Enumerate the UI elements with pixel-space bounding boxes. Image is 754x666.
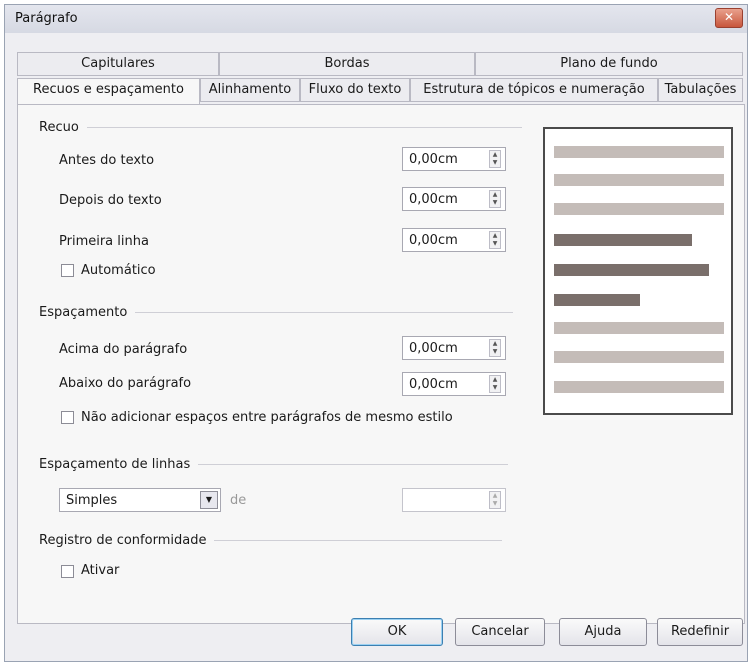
tab-fluxo-do-texto[interactable]: Fluxo do texto	[300, 78, 410, 102]
section-divider	[86, 127, 522, 128]
paragraph-dialog: Parágrafo ✕ Capitulares Bordas Plano de …	[4, 4, 748, 662]
no-add-space-checkbox[interactable]	[61, 411, 74, 424]
before-text-label: Antes do texto	[59, 153, 155, 168]
dialog-title: Parágrafo	[15, 11, 78, 26]
after-text-value: 0,00cm	[409, 192, 458, 207]
register-section-header: Registro de conformidade	[39, 533, 503, 548]
section-divider	[214, 540, 503, 541]
recuo-title: Recuo	[39, 120, 79, 135]
line-spacing-section-header: Espaçamento de linhas	[39, 457, 509, 472]
spin-arrows-icon[interactable]: ▲ ▼	[489, 339, 501, 357]
tab-row-front: Recuos e espaçamento Alinhamento Fluxo d…	[17, 78, 743, 105]
section-divider	[198, 464, 509, 465]
before-text-value: 0,00cm	[409, 152, 458, 167]
preview-line	[554, 351, 724, 363]
automatic-checkbox[interactable]	[61, 264, 74, 277]
tab-recuos-espacamento[interactable]: Recuos e espaçamento	[17, 78, 200, 105]
preview-line	[554, 264, 709, 276]
help-button[interactable]: Ajuda	[559, 618, 647, 646]
first-line-label: Primeira linha	[59, 234, 149, 249]
preview-line	[554, 234, 692, 246]
before-text-field[interactable]: 0,00cm ▲ ▼	[402, 147, 506, 171]
no-add-space-label: Não adicionar espaços entre parágrafos d…	[81, 410, 453, 425]
preview-line	[554, 203, 724, 215]
line-spacing-select[interactable]: Simples ▼	[59, 488, 221, 512]
cancel-button[interactable]: Cancelar	[455, 618, 545, 646]
de-value-field[interactable]: ▲ ▼	[402, 488, 506, 512]
activate-label: Ativar	[81, 563, 120, 578]
tab-plano-de-fundo[interactable]: Plano de fundo	[475, 52, 743, 76]
dropdown-arrow-icon[interactable]: ▼	[200, 491, 218, 509]
preview-line	[554, 146, 724, 158]
preview-line	[554, 322, 724, 334]
spin-arrows-icon[interactable]: ▲ ▼	[489, 491, 501, 509]
preview-line	[554, 294, 640, 306]
espacamento-title: Espaçamento	[39, 305, 128, 320]
spin-arrows-icon[interactable]: ▲ ▼	[489, 150, 501, 168]
line-spacing-value: Simples	[66, 493, 118, 508]
tab-estrutura-topicos[interactable]: Estrutura de tópicos e numeração	[410, 78, 658, 102]
automatic-label: Automático	[81, 263, 156, 278]
below-paragraph-value: 0,00cm	[409, 377, 458, 392]
line-spacing-title: Espaçamento de linhas	[39, 457, 191, 472]
spin-arrows-icon[interactable]: ▲ ▼	[489, 375, 501, 393]
above-paragraph-label: Acima do parágrafo	[59, 342, 188, 357]
tab-bordas[interactable]: Bordas	[219, 52, 475, 76]
tab-tabulacoes[interactable]: Tabulações	[658, 78, 743, 102]
preview-line	[554, 381, 724, 393]
close-icon: ✕	[723, 10, 735, 24]
register-title: Registro de conformidade	[39, 533, 207, 548]
reset-button[interactable]: Redefinir	[657, 618, 743, 646]
tab-alinhamento[interactable]: Alinhamento	[200, 78, 300, 102]
espacamento-section-header: Espaçamento	[39, 305, 514, 320]
above-paragraph-field[interactable]: 0,00cm ▲ ▼	[402, 336, 506, 360]
first-line-value: 0,00cm	[409, 233, 458, 248]
below-paragraph-label: Abaixo do parágrafo	[59, 376, 192, 391]
spin-arrows-icon[interactable]: ▲ ▼	[489, 190, 501, 208]
title-bar: Parágrafo ✕	[5, 5, 747, 33]
section-divider	[135, 312, 514, 313]
spin-arrows-icon[interactable]: ▲ ▼	[489, 231, 501, 249]
above-paragraph-value: 0,00cm	[409, 341, 458, 356]
ok-button[interactable]: OK	[351, 618, 443, 646]
paragraph-preview	[543, 127, 733, 415]
first-line-field[interactable]: 0,00cm ▲ ▼	[402, 228, 506, 252]
preview-line	[554, 174, 724, 186]
close-button[interactable]: ✕	[715, 8, 743, 28]
after-text-field[interactable]: 0,00cm ▲ ▼	[402, 187, 506, 211]
recuo-section-header: Recuo	[39, 120, 522, 135]
tab-capitulares[interactable]: Capitulares	[17, 52, 219, 76]
activate-checkbox[interactable]	[61, 565, 74, 578]
de-label: de	[230, 493, 247, 508]
below-paragraph-field[interactable]: 0,00cm ▲ ▼	[402, 372, 506, 396]
tab-row-back: Capitulares Bordas Plano de fundo	[17, 52, 743, 76]
after-text-label: Depois do texto	[59, 193, 162, 208]
